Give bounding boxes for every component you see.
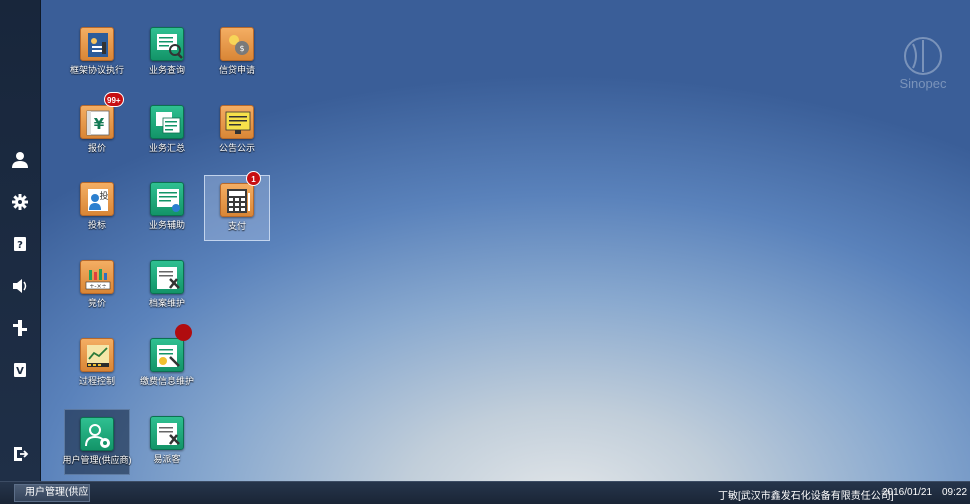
desktop-icon-framework-agreement[interactable]: 框架协议执行 bbox=[64, 20, 130, 86]
icon-label: 信贷申请 bbox=[218, 65, 255, 75]
desktop-icon-process-control[interactable]: 过程控制 bbox=[64, 331, 130, 397]
notification-badge: 99+ bbox=[104, 92, 124, 107]
desktop-icon-quote[interactable]: ¥ 99+ 报价 bbox=[64, 92, 130, 164]
taskbar-date: 2016/01/21 bbox=[882, 487, 933, 498]
icon-label: 支付 bbox=[227, 221, 246, 231]
quote-icon: ¥ bbox=[80, 105, 114, 139]
svg-text:?: ? bbox=[17, 240, 23, 251]
user-icon[interactable] bbox=[9, 149, 31, 171]
desktop-icon-business-summary[interactable]: 业务汇总 bbox=[134, 98, 200, 164]
business-assist-icon bbox=[150, 182, 184, 216]
gear-icon[interactable] bbox=[9, 191, 31, 213]
desktop-icon-announcement[interactable]: 公告公示 bbox=[204, 98, 270, 164]
desktop-icon-bid[interactable]: 投 投标 bbox=[64, 175, 130, 241]
desktop-icon-user-management[interactable]: 用户管理(供应商) bbox=[63, 409, 132, 475]
desktop-icon-business-assist[interactable]: 业务辅助 bbox=[134, 175, 200, 241]
svg-text:投: 投 bbox=[99, 190, 108, 202]
taskbar-window-button[interactable]: 用户管理(供应 bbox=[14, 484, 90, 502]
notification-badge bbox=[175, 324, 192, 341]
current-user: 丁敏[武汉市鑫发石化设备有限责任公司] bbox=[718, 491, 894, 502]
icon-label: 易派客 bbox=[153, 454, 181, 464]
svg-text:+-×÷: +-×÷ bbox=[89, 283, 106, 290]
logout-icon[interactable] bbox=[9, 443, 31, 465]
desktop-icon-business-query[interactable]: 业务查询 bbox=[134, 20, 200, 86]
svg-text:$: $ bbox=[239, 44, 244, 53]
taskbar-time: 09:22 bbox=[942, 487, 968, 498]
user-gear-icon bbox=[80, 417, 114, 451]
desktop-icon-payment[interactable]: 1 支付 bbox=[204, 171, 270, 241]
taskbar: 用户管理(供应 丁敏[武汉市鑫发石化设备有限责任公司] 2016/01/21 0… bbox=[0, 481, 970, 504]
icon-label: 公告公示 bbox=[218, 143, 255, 153]
sinopec-logo: Sinopec bbox=[891, 36, 955, 94]
svg-text:¥: ¥ bbox=[94, 115, 105, 133]
desktop-icon-auction[interactable]: +-×÷ 竞价 bbox=[64, 253, 130, 319]
icon-label: 档案维护 bbox=[148, 298, 185, 308]
bid-icon: 投 bbox=[80, 182, 114, 216]
desktop-icon-epec[interactable]: 易派客 bbox=[134, 409, 200, 475]
svg-text:V: V bbox=[16, 366, 24, 377]
desktop-icon-credit-apply[interactable]: $ 信贷申请 bbox=[204, 20, 270, 86]
calculator-icon bbox=[220, 183, 254, 217]
icon-label: 缴费信息维护 bbox=[139, 376, 194, 386]
announcement-icon bbox=[220, 105, 254, 139]
contract-icon bbox=[80, 27, 114, 61]
logo-text: Sinopec bbox=[900, 76, 947, 91]
notification-badge: 1 bbox=[246, 171, 261, 186]
business-query-icon bbox=[150, 27, 184, 61]
business-summary-icon bbox=[150, 105, 184, 139]
help-icon[interactable]: ? bbox=[9, 233, 31, 255]
auction-icon: +-×÷ bbox=[80, 260, 114, 294]
network-icon[interactable] bbox=[9, 317, 31, 339]
speaker-icon[interactable] bbox=[9, 275, 31, 297]
epec-icon bbox=[150, 416, 184, 450]
payment-info-icon bbox=[150, 338, 184, 372]
version-icon[interactable]: V bbox=[9, 359, 31, 381]
process-control-icon bbox=[80, 338, 114, 372]
archive-maintenance-icon bbox=[150, 260, 184, 294]
desktop-icon-archive-maintenance[interactable]: 档案维护 bbox=[134, 253, 200, 319]
sidebar: ? V bbox=[0, 0, 41, 481]
desktop-icon-payment-info[interactable]: 缴费信息维护 bbox=[134, 324, 200, 397]
credit-apply-icon: $ bbox=[220, 27, 254, 61]
